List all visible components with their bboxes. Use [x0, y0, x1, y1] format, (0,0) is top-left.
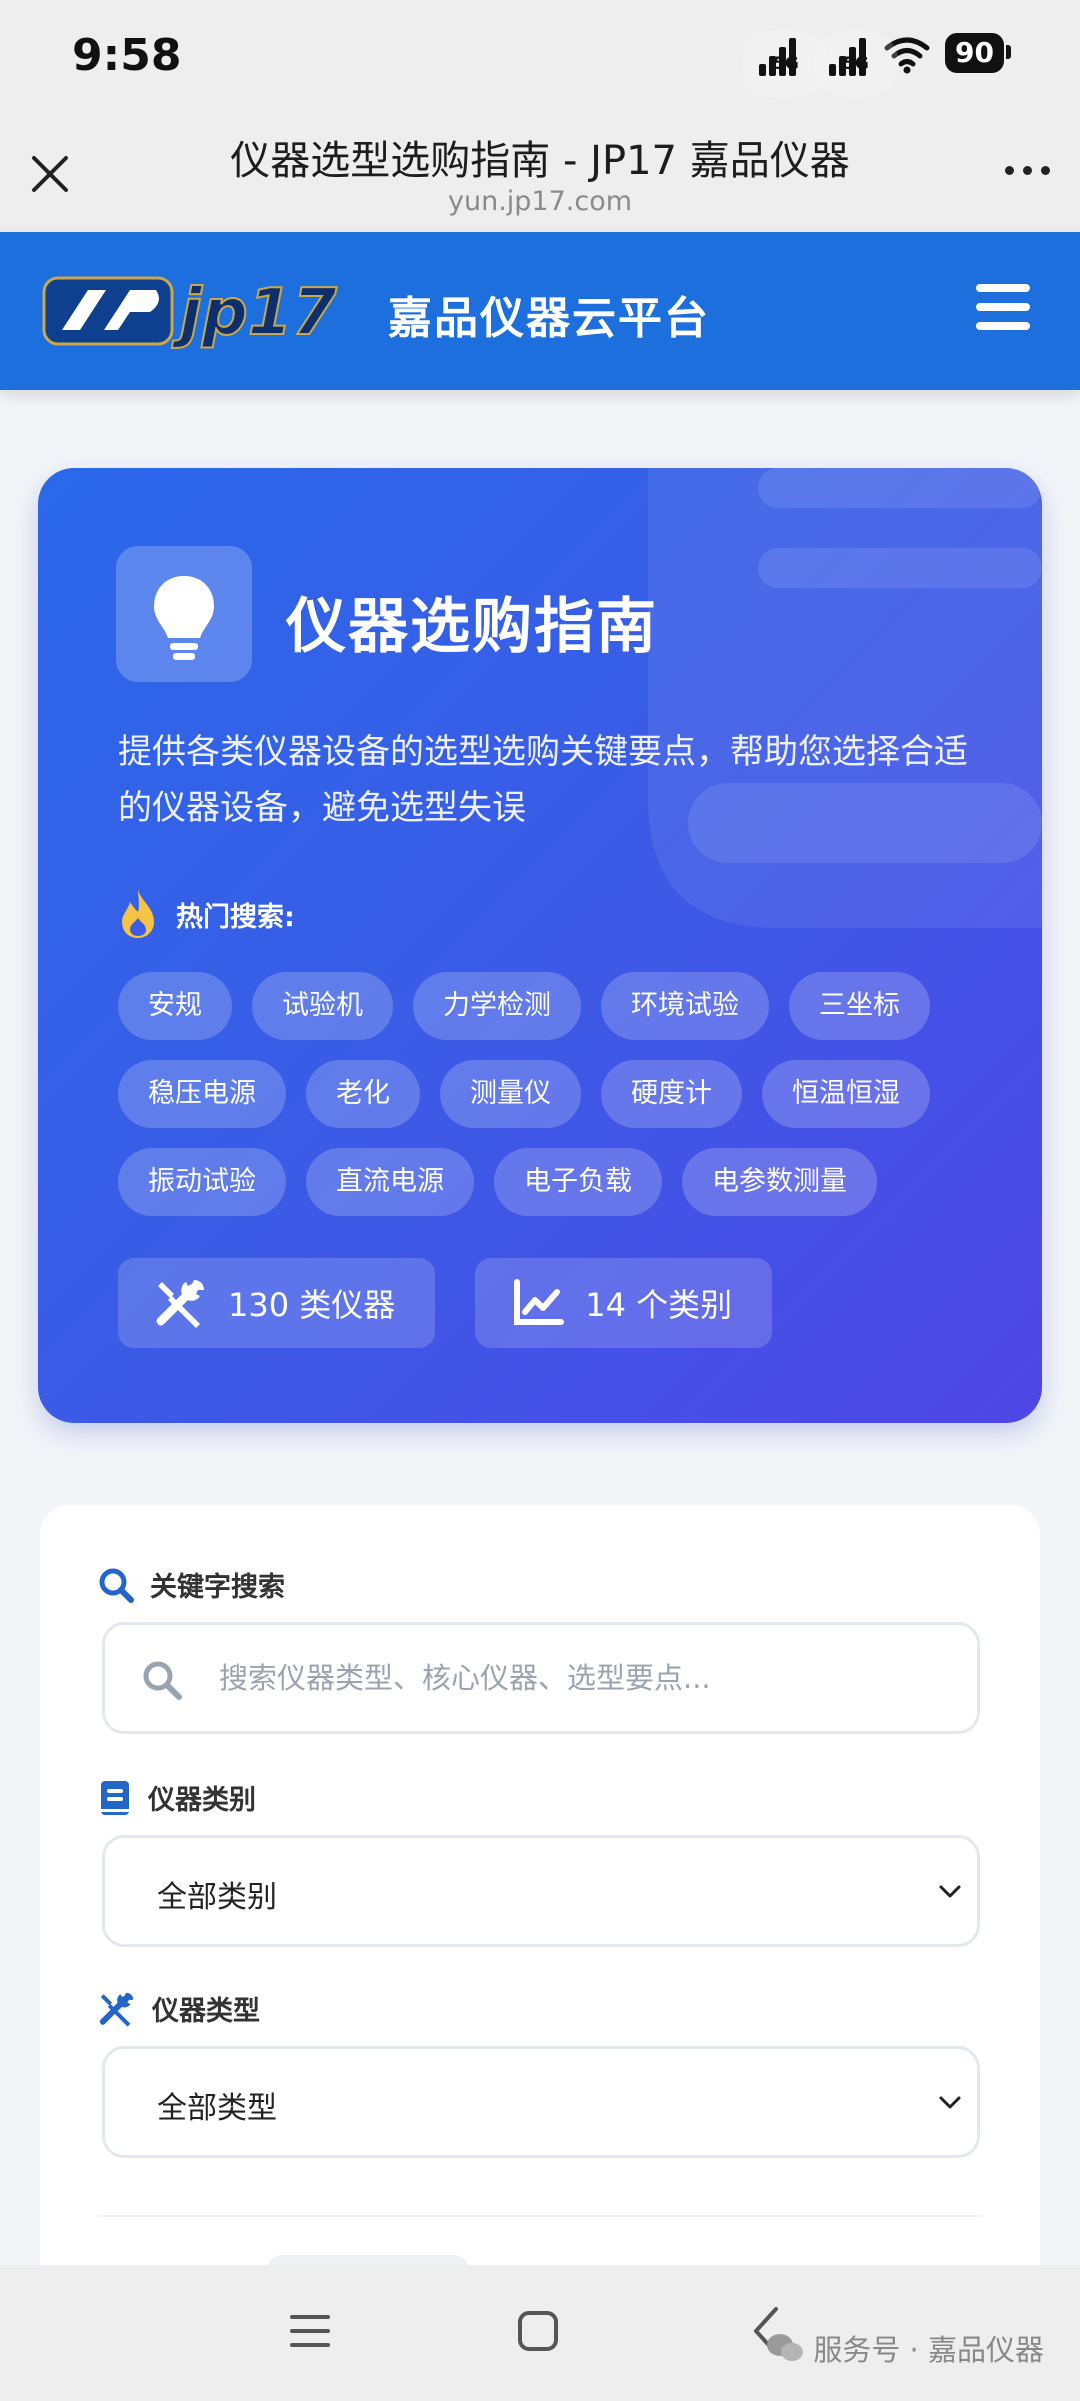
filter-card: 关键字搜索 仪器类别 全部类别 仪器类型 全部类型: [40, 1505, 1040, 2285]
lightbulb-icon: [154, 576, 214, 660]
more-icon[interactable]: [1005, 166, 1050, 175]
menu-nav-icon[interactable]: [288, 2309, 332, 2353]
keyword-label-text: 关键字搜索: [150, 1572, 285, 1603]
chevron-down-icon: [939, 1885, 961, 1898]
search-icon: [99, 1568, 134, 1603]
hot-tag[interactable]: 电参数测量: [682, 1148, 877, 1216]
hero-title: 仪器选购指南: [286, 592, 658, 662]
decorative-shape: [648, 468, 1042, 928]
search-input[interactable]: [219, 1625, 959, 1731]
hot-tag[interactable]: 电子负载: [494, 1148, 662, 1216]
category-label: 仪器类别: [98, 1778, 256, 1817]
tag-row: 安规 试验机 力学检测 环境试验 三坐标: [118, 972, 998, 1040]
tools-icon: [156, 1280, 204, 1328]
divider: [98, 2215, 982, 2217]
watermark: 服务号 · 嘉品仪器: [765, 2327, 1044, 2369]
type-select[interactable]: 全部类型: [102, 2046, 980, 2158]
hot-tags: 安规 试验机 力学检测 环境试验 三坐标 稳压电源 老化 测量仪 硬度计 恒温恒…: [118, 972, 998, 1236]
hot-tag[interactable]: 测量仪: [440, 1060, 581, 1128]
browser-url: yun.jp17.com: [447, 186, 633, 217]
chevron-down-icon: [939, 2096, 961, 2109]
keyword-label: 关键字搜索: [98, 1565, 285, 1604]
bottom-nav: 服务号 · 嘉品仪器: [0, 2265, 1080, 2401]
stat-categories: 14 个类别: [475, 1258, 773, 1348]
hot-tag[interactable]: 试验机: [252, 972, 393, 1040]
stats-row: 130 类仪器 14 个类别: [118, 1258, 773, 1348]
site-header: jp17 嘉品仪器云平台: [0, 232, 1080, 390]
hot-tag[interactable]: 安规: [118, 972, 232, 1040]
logo-text: jp17: [171, 276, 337, 350]
category-label-text: 仪器类别: [148, 1785, 256, 1816]
signal-bar: [859, 38, 867, 76]
home-square-icon[interactable]: [516, 2309, 560, 2353]
hot-tag[interactable]: 力学检测: [413, 972, 581, 1040]
hot-search-row: 热门搜索:: [118, 888, 295, 940]
logo[interactable]: jp17: [40, 272, 370, 350]
status-icons: 5G 5G 90: [743, 28, 1011, 98]
hot-tag[interactable]: 振动试验: [118, 1148, 286, 1216]
status-time: 9:58: [72, 30, 182, 81]
type-label-text: 仪器类型: [152, 1996, 260, 2027]
hot-tag[interactable]: 稳压电源: [118, 1060, 286, 1128]
search-icon: [143, 1661, 182, 1700]
category-select-value: 全部类别: [157, 1880, 277, 1915]
hot-tag[interactable]: 环境试验: [601, 972, 769, 1040]
tag-row: 振动试验 直流电源 电子负载 电参数测量: [118, 1148, 998, 1216]
type-select-value: 全部类型: [157, 2091, 277, 2126]
stat-categories-label: 14 个类别: [585, 1286, 733, 1324]
signal-bar: [849, 47, 857, 76]
stat-instruments: 130 类仪器: [118, 1258, 436, 1348]
hot-search-label: 热门搜索:: [176, 901, 295, 933]
browser-bar: 仪器选型选购指南 - JP17 嘉品仪器 yun.jp17.com: [0, 110, 1080, 232]
browser-title: 仪器选型选购指南 - JP17 嘉品仪器: [230, 138, 850, 184]
status-bar: 9:58 5G 5G 90: [0, 0, 1080, 110]
signal-bar: [839, 56, 847, 76]
menu-icon[interactable]: [976, 284, 1030, 330]
hero-description: 提供各类仪器设备的选型选购关键要点，帮助您选择合适的仪器设备，避免选型失误: [118, 732, 968, 828]
hot-tag[interactable]: 硬度计: [601, 1060, 742, 1128]
type-label: 仪器类型: [98, 1989, 260, 2028]
signal-bar: [759, 64, 767, 76]
lightbulb-icon-box: [116, 546, 252, 682]
signal-bar: [769, 56, 777, 76]
search-box: [102, 1622, 980, 1734]
wechat-icon: [767, 2334, 804, 2361]
battery-icon: 90: [945, 33, 1011, 73]
tag-row: 稳压电源 老化 测量仪 硬度计 恒温恒湿: [118, 1060, 998, 1128]
book-icon: [101, 1780, 129, 1815]
hot-tag[interactable]: 恒温恒湿: [762, 1060, 930, 1128]
category-select[interactable]: 全部类别: [102, 1835, 980, 1947]
hot-tag[interactable]: 老化: [306, 1060, 420, 1128]
signal-bar: [789, 38, 797, 76]
hot-tag[interactable]: 直流电源: [306, 1148, 474, 1216]
signal-bar: [779, 47, 787, 76]
signal-icon: 5G: [743, 30, 829, 98]
signal-bar: [829, 64, 837, 76]
chart-line-icon: [514, 1279, 565, 1325]
signal-icon: 5G: [813, 30, 899, 98]
fire-icon: [122, 890, 154, 938]
hero-card: 仪器选购指南 提供各类仪器设备的选型选购关键要点，帮助您选择合适的仪器设备，避免…: [38, 468, 1042, 1423]
stat-instruments-label: 130 类仪器: [228, 1286, 396, 1324]
tools-icon: [99, 1992, 134, 2027]
platform-name: 嘉品仪器云平台: [388, 293, 710, 344]
hot-tag[interactable]: 三坐标: [789, 972, 930, 1040]
watermark-text: 服务号 · 嘉品仪器: [813, 2333, 1044, 2367]
